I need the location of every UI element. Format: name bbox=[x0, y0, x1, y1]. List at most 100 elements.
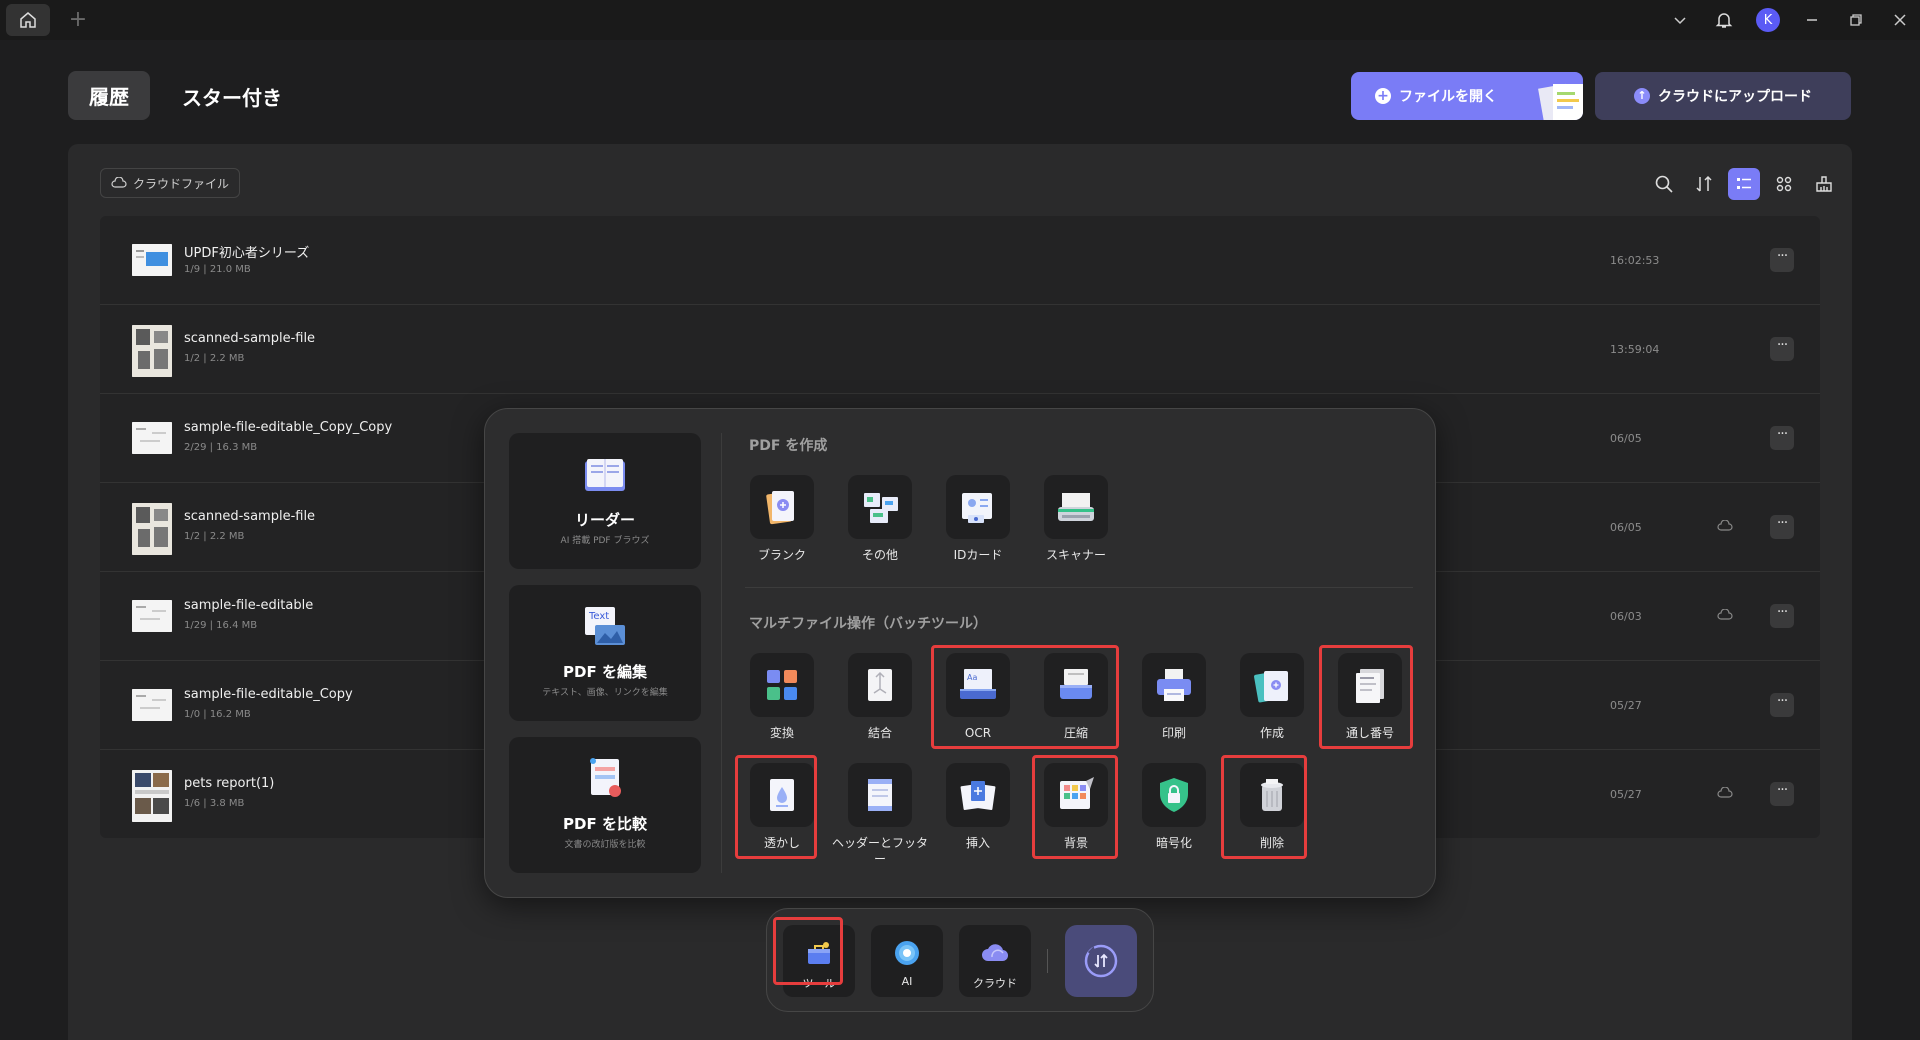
tool-merge-label: 結合 bbox=[867, 726, 892, 740]
highlight-delete bbox=[1221, 755, 1307, 859]
header-footer-icon bbox=[868, 779, 892, 811]
close-icon bbox=[1894, 14, 1906, 26]
scanner-icon bbox=[1058, 493, 1094, 521]
more-options-button[interactable]: ··· bbox=[1770, 337, 1794, 361]
tool-id-card-label: IDカード bbox=[953, 548, 1003, 562]
tool-other[interactable]: その他 bbox=[831, 475, 929, 563]
close-button[interactable] bbox=[1880, 0, 1920, 40]
more-options-button[interactable]: ··· bbox=[1770, 515, 1794, 539]
tool-create[interactable]: 作成 bbox=[1223, 653, 1321, 741]
upload-cloud-label: クラウドにアップロード bbox=[1658, 89, 1812, 105]
tab-history[interactable]: 履歴 bbox=[68, 71, 150, 120]
avatar: K bbox=[1756, 8, 1780, 32]
compare-icon bbox=[590, 758, 621, 797]
highlight-watermark bbox=[735, 755, 817, 859]
search-icon bbox=[1655, 175, 1673, 193]
tool-convert[interactable]: 変換 bbox=[733, 653, 831, 741]
highlight-background bbox=[1032, 755, 1118, 859]
sort-button[interactable] bbox=[1688, 168, 1720, 200]
tool-blank-label: ブランク bbox=[757, 548, 806, 562]
grid-view-button[interactable] bbox=[1768, 168, 1800, 200]
tool-blank[interactable]: ブランク bbox=[733, 475, 831, 563]
reader-title: リーダー bbox=[574, 511, 635, 529]
more-options-button[interactable]: ··· bbox=[1770, 248, 1794, 272]
tool-print[interactable]: 印刷 bbox=[1125, 653, 1223, 741]
list-view-button[interactable] bbox=[1728, 168, 1760, 200]
bottom-dock: ツール AI クラウド bbox=[766, 908, 1154, 1012]
more-options-button[interactable]: ··· bbox=[1770, 693, 1794, 717]
dock-ai-label: AI bbox=[901, 975, 913, 988]
sort-icon bbox=[1696, 175, 1712, 192]
file-thumbnail bbox=[132, 689, 172, 721]
grid-view-icon bbox=[1776, 176, 1792, 192]
dropdown-chevron-button[interactable] bbox=[1660, 0, 1700, 40]
tool-encrypt-label: 暗号化 bbox=[1155, 836, 1192, 850]
tool-header-footer-label: ヘッダーとフッター bbox=[831, 836, 928, 866]
clear-button[interactable] bbox=[1808, 168, 1840, 200]
file-thumbnail bbox=[132, 422, 172, 454]
file-date: 13:59:04 bbox=[1610, 343, 1660, 356]
bell-icon bbox=[1715, 13, 1733, 28]
edit-pdf-card[interactable]: Text PDF を編集 テキスト、画像、リンクを編集 bbox=[509, 585, 701, 721]
account-button[interactable]: K bbox=[1748, 0, 1788, 40]
upload-cloud-button[interactable]: ↑ クラウドにアップロード bbox=[1595, 72, 1851, 120]
svg-text:Text: Text bbox=[588, 611, 609, 622]
file-meta: 1/29 | 16.4 MB bbox=[184, 620, 258, 631]
tool-scanner[interactable]: スキャナー bbox=[1027, 475, 1125, 563]
file-name: sample-file-editable_Copy_Copy bbox=[184, 420, 393, 435]
file-row[interactable]: scanned-sample-file 1/2 | 2.2 MB 13:59:0… bbox=[100, 305, 1820, 394]
blank-page-icon bbox=[766, 491, 794, 525]
more-options-button[interactable]: ··· bbox=[1770, 604, 1794, 628]
more-options-button[interactable]: ··· bbox=[1770, 426, 1794, 450]
popup-vertical-divider bbox=[721, 433, 722, 873]
home-tab[interactable] bbox=[6, 4, 50, 36]
tool-id-card[interactable]: IDカード bbox=[929, 475, 1027, 563]
edit-pdf-subtitle: テキスト、画像、リンクを編集 bbox=[542, 688, 668, 698]
convert-icon bbox=[767, 670, 797, 700]
cloud-icon bbox=[982, 944, 1009, 962]
more-options-button[interactable]: ··· bbox=[1770, 782, 1794, 806]
notifications-button[interactable] bbox=[1704, 0, 1744, 40]
dock-toggle-button[interactable] bbox=[1065, 925, 1137, 997]
merge-icon bbox=[868, 669, 892, 701]
tool-insert-label: 挿入 bbox=[965, 836, 990, 850]
tool-encrypt[interactable]: 暗号化 bbox=[1125, 763, 1223, 851]
tool-convert-label: 変換 bbox=[769, 726, 794, 740]
search-button[interactable] bbox=[1648, 168, 1680, 200]
file-thumbnail bbox=[132, 770, 172, 822]
tool-merge[interactable]: 結合 bbox=[831, 653, 929, 741]
file-meta: 2/29 | 16.3 MB bbox=[184, 442, 258, 453]
open-file-button[interactable]: + ファイルを開く bbox=[1351, 72, 1583, 120]
new-tab-plus-icon[interactable]: + bbox=[66, 8, 90, 32]
open-file-label: ファイルを開く bbox=[1399, 89, 1497, 105]
cloud-files-button[interactable]: クラウドファイル bbox=[100, 168, 241, 198]
highlight-bates-numbering bbox=[1319, 645, 1413, 749]
reader-subtitle: AI 搭載 PDF ブラウズ bbox=[560, 536, 650, 546]
dock-cloud-label: クラウド bbox=[973, 977, 1017, 990]
highlight-tools bbox=[773, 917, 843, 985]
reader-card[interactable]: リーダー AI 搭載 PDF ブラウズ bbox=[509, 433, 701, 569]
cloud-files-label: クラウドファイル bbox=[133, 176, 230, 191]
file-date: 06/05 bbox=[1610, 521, 1642, 534]
file-meta: 1/2 | 2.2 MB bbox=[184, 531, 245, 542]
tab-starred[interactable]: スター付き bbox=[182, 82, 282, 111]
file-name: UPDF初心者シリーズ bbox=[184, 246, 310, 261]
compare-pdf-card[interactable]: PDF を比較 文書の改訂版を比較 bbox=[509, 737, 701, 873]
tool-print-label: 印刷 bbox=[1161, 726, 1186, 740]
compare-pdf-subtitle: 文書の改訂版を比較 bbox=[564, 840, 646, 850]
tool-header-footer[interactable]: ヘッダーとフッター bbox=[831, 763, 929, 867]
file-meta: 1/0 | 16.2 MB bbox=[184, 709, 251, 720]
file-row[interactable]: UPDF初心者シリーズ 1/9 | 21.0 MB 16:02:53 ··· bbox=[100, 216, 1820, 305]
cloud-icon bbox=[1717, 609, 1733, 620]
restore-button[interactable] bbox=[1836, 0, 1876, 40]
minimize-button[interactable] bbox=[1792, 0, 1832, 40]
list-view-icon bbox=[1737, 178, 1751, 189]
tool-insert[interactable]: 挿入 bbox=[929, 763, 1027, 851]
dock-cloud-button[interactable]: クラウド bbox=[959, 925, 1031, 997]
file-name: scanned-sample-file bbox=[184, 509, 316, 524]
dock-ai-button[interactable]: AI bbox=[871, 925, 943, 997]
create-pages-icon bbox=[1254, 671, 1288, 703]
file-name: sample-file-editable bbox=[184, 598, 314, 613]
edit-pdf-title: PDF を編集 bbox=[563, 663, 647, 681]
edit-text-image-icon: Text bbox=[585, 607, 625, 645]
